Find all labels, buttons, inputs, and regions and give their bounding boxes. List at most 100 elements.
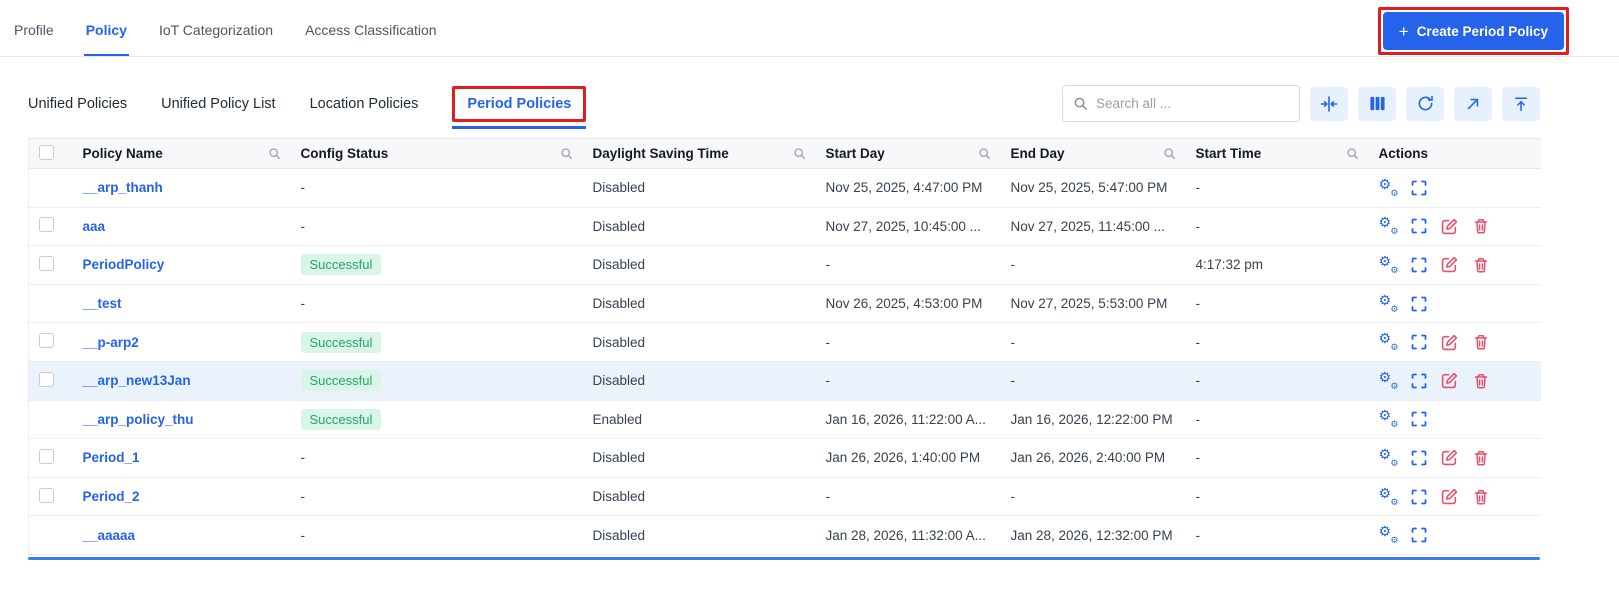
gear-small-glyph: ⚙ <box>1390 420 1398 429</box>
gear-glyph: ⚙ <box>1379 293 1392 307</box>
fullscreen-icon[interactable] <box>1410 217 1428 235</box>
policy-name-link[interactable]: Period_2 <box>83 489 140 504</box>
start-time-value: - <box>1196 373 1201 388</box>
top-nav: Profile Policy IoT Categorization Access… <box>12 6 439 56</box>
main-content: Unified Policies Unified Policy List Loc… <box>0 85 1619 560</box>
policy-name-link[interactable]: __p-arp2 <box>83 335 139 350</box>
table-bottom-scroll-indicator[interactable] <box>28 557 1540 560</box>
edit-icon[interactable] <box>1441 333 1459 351</box>
tab-profile[interactable]: Profile <box>12 6 56 56</box>
row-checkbox[interactable] <box>39 333 54 348</box>
settings-icon[interactable]: ⚙⚙ <box>1379 410 1397 428</box>
collapse-columns-button[interactable] <box>1310 87 1348 121</box>
gear-small-glyph: ⚙ <box>1390 305 1398 314</box>
columns-button[interactable] <box>1358 87 1396 121</box>
tab-unified-policy-list[interactable]: Unified Policy List <box>161 96 275 112</box>
policy-name-link[interactable]: __arp_new13Jan <box>83 373 191 388</box>
row-checkbox[interactable] <box>39 449 54 464</box>
sub-bar: Unified Policies Unified Policy List Loc… <box>28 85 1540 122</box>
settings-icon[interactable]: ⚙⚙ <box>1379 333 1397 351</box>
delete-icon[interactable] <box>1472 488 1490 506</box>
settings-icon[interactable]: ⚙⚙ <box>1379 372 1397 390</box>
start-day-value: Jan 28, 2026, 11:32:00 A... <box>826 528 986 543</box>
config-status-value: - <box>301 450 306 465</box>
row-checkbox[interactable] <box>39 488 54 503</box>
row-checkbox[interactable] <box>39 256 54 271</box>
settings-icon[interactable]: ⚙⚙ <box>1379 526 1397 544</box>
fullscreen-icon[interactable] <box>1410 449 1428 467</box>
tab-unified-policies[interactable]: Unified Policies <box>28 96 127 112</box>
column-search-icon[interactable] <box>560 147 573 160</box>
policy-name-link[interactable]: __test <box>83 296 122 311</box>
edit-icon[interactable] <box>1441 217 1459 235</box>
fullscreen-icon[interactable] <box>1410 372 1428 390</box>
row-checkbox[interactable] <box>39 217 54 232</box>
select-all-checkbox[interactable] <box>39 145 54 160</box>
row-actions: ⚙⚙ <box>1379 333 1531 351</box>
fullscreen-icon[interactable] <box>1410 333 1428 351</box>
gear-small-glyph: ⚙ <box>1390 459 1398 468</box>
tab-location-policies[interactable]: Location Policies <box>310 96 419 112</box>
policy-name-link[interactable]: aaa <box>83 219 106 234</box>
edit-icon[interactable] <box>1441 488 1459 506</box>
fullscreen-icon[interactable] <box>1410 295 1428 313</box>
config-status-value: Successful <box>301 254 382 275</box>
fullscreen-icon[interactable] <box>1410 256 1428 274</box>
settings-icon[interactable]: ⚙⚙ <box>1379 449 1397 467</box>
edit-icon[interactable] <box>1441 449 1459 467</box>
fullscreen-icon[interactable] <box>1410 526 1428 544</box>
delete-icon[interactable] <box>1472 256 1490 274</box>
search-box[interactable] <box>1062 85 1300 122</box>
refresh-button[interactable] <box>1406 87 1444 121</box>
column-search-icon[interactable] <box>1346 147 1359 160</box>
edit-icon[interactable] <box>1441 256 1459 274</box>
policy-name-link[interactable]: __aaaaa <box>83 528 136 543</box>
policy-name-link[interactable]: __arp_thanh <box>83 180 163 195</box>
settings-icon[interactable]: ⚙⚙ <box>1379 488 1397 506</box>
row-checkbox[interactable] <box>39 372 54 387</box>
tab-access-classification[interactable]: Access Classification <box>303 6 439 56</box>
delete-icon[interactable] <box>1472 217 1490 235</box>
start-time-value: - <box>1196 335 1201 350</box>
start-day-value: Jan 16, 2026, 11:22:00 A... <box>826 412 986 427</box>
start-time-value: 4:17:32 pm <box>1196 257 1264 272</box>
gear-small-glyph: ⚙ <box>1390 536 1398 545</box>
upload-button[interactable] <box>1502 87 1540 121</box>
delete-icon[interactable] <box>1472 449 1490 467</box>
policy-name-link[interactable]: PeriodPolicy <box>83 257 165 272</box>
settings-icon[interactable]: ⚙⚙ <box>1379 179 1397 197</box>
start-day-value: Nov 25, 2025, 4:47:00 PM <box>826 180 983 195</box>
settings-icon[interactable]: ⚙⚙ <box>1379 217 1397 235</box>
col-daylight-saving-time: Daylight Saving Time <box>593 146 729 161</box>
end-day-value: Jan 28, 2026, 12:32:00 PM <box>1011 528 1173 543</box>
delete-icon[interactable] <box>1472 372 1490 390</box>
tab-policy[interactable]: Policy <box>84 6 129 56</box>
edit-icon[interactable] <box>1441 372 1459 390</box>
column-search-icon[interactable] <box>1163 147 1176 160</box>
daylight-saving-value: Disabled <box>593 180 646 195</box>
settings-icon[interactable]: ⚙⚙ <box>1379 256 1397 274</box>
policy-name-link[interactable]: __arp_policy_thu <box>83 412 194 427</box>
column-search-icon[interactable] <box>268 147 281 160</box>
table-header-row: Policy Name Config Status Daylight Savin… <box>29 139 1541 169</box>
gear-small-glyph: ⚙ <box>1390 189 1398 198</box>
open-external-button[interactable] <box>1454 87 1492 121</box>
top-bar: Profile Policy IoT Categorization Access… <box>0 0 1619 57</box>
collapse-columns-icon <box>1320 95 1338 113</box>
fullscreen-icon[interactable] <box>1410 488 1428 506</box>
fullscreen-icon[interactable] <box>1410 410 1428 428</box>
search-input[interactable] <box>1096 96 1289 111</box>
tab-period-policies[interactable]: Period Policies <box>467 96 571 112</box>
create-period-policy-button[interactable]: + Create Period Policy <box>1383 12 1564 50</box>
tab-iot-categorization[interactable]: IoT Categorization <box>157 6 275 56</box>
delete-icon[interactable] <box>1472 333 1490 351</box>
policy-table-body: __arp_thanh - Disabled Nov 25, 2025, 4:4… <box>29 169 1541 555</box>
settings-icon[interactable]: ⚙⚙ <box>1379 295 1397 313</box>
fullscreen-icon[interactable] <box>1410 179 1428 197</box>
column-search-icon[interactable] <box>793 147 806 160</box>
column-search-icon[interactable] <box>978 147 991 160</box>
refresh-icon <box>1417 95 1434 112</box>
period-policies-table: Policy Name Config Status Daylight Savin… <box>28 138 1540 560</box>
start-time-value: - <box>1196 180 1201 195</box>
policy-name-link[interactable]: Period_1 <box>83 450 140 465</box>
